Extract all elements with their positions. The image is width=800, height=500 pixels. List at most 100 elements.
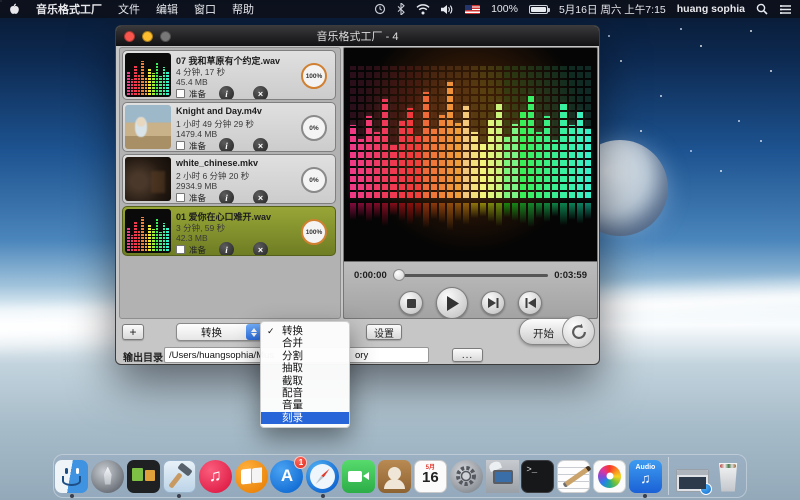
start-button-label: 开始	[533, 326, 554, 341]
dock-icon-launchpad[interactable]	[90, 456, 126, 496]
skip-back-button[interactable]	[518, 291, 542, 315]
skip-forward-button[interactable]	[481, 291, 505, 315]
file-size: 45.4 MB	[176, 77, 208, 87]
output-path-start: /Users/huangsophia/Mus	[169, 350, 274, 361]
seek-slider-knob[interactable]	[393, 269, 405, 281]
start-button[interactable]: 开始	[519, 318, 593, 345]
elapsed-time: 0:00:00	[354, 270, 387, 281]
desktop[interactable]: 音乐格式工厂 文件 编辑 窗口 帮助 100% 5月16日 周六 上午7:15 …	[0, 0, 800, 500]
info-button[interactable]: i	[219, 86, 234, 100]
dock-icon-facetime[interactable]	[341, 456, 377, 496]
menu-file[interactable]: 文件	[118, 1, 140, 17]
running-indicator-dot	[321, 494, 325, 498]
dock-icon-finder[interactable]	[54, 456, 90, 496]
stop-button[interactable]	[399, 291, 423, 315]
dock-icon-itunes[interactable]: ♫	[197, 456, 233, 496]
dock-icon-calendar[interactable]: 5月16	[412, 456, 448, 496]
dock-icon-minimized-window[interactable]	[674, 456, 710, 496]
menu-bar: 音乐格式工厂 文件 编辑 窗口 帮助 100% 5月16日 周六 上午7:15 …	[0, 0, 800, 18]
time-machine-icon[interactable]	[374, 3, 386, 15]
file-name: white_chinese.mkv	[176, 158, 296, 168]
dock-icon-system-preferences[interactable]	[448, 456, 484, 496]
menu-app-name[interactable]: 音乐格式工厂	[36, 1, 102, 17]
ready-label: 准备	[189, 244, 206, 256]
progress-badge: 100%	[301, 219, 327, 245]
window-title-bar[interactable]: 音乐格式工厂 - 4	[116, 26, 599, 46]
ready-checkbox[interactable]	[176, 141, 185, 150]
dock-icon-audio[interactable]: Audio♫	[627, 456, 663, 496]
output-directory-label: 输出目录:	[123, 349, 166, 364]
popup-menu-item-6[interactable]: 音量	[261, 399, 349, 411]
running-indicator-dot	[70, 494, 74, 498]
dock: ♫ A1 5月16 >_ Audio♫	[53, 454, 747, 498]
file-list-item[interactable]: 07 我和草原有个约定.wav 4 分钟, 17 秒 45.4 MB 准备 i …	[122, 50, 336, 100]
dock-icon-contacts[interactable]	[377, 456, 413, 496]
remove-file-button[interactable]: ×	[253, 242, 268, 256]
play-button[interactable]	[436, 287, 468, 319]
ready-checkbox[interactable]	[176, 193, 185, 202]
dock-icon-textedit[interactable]	[556, 456, 592, 496]
popup-menu-item-3[interactable]: 抽取	[261, 362, 349, 374]
file-size: 1479.4 MB	[176, 129, 217, 139]
dock-separator	[668, 457, 669, 495]
dock-icon-photos[interactable]	[592, 456, 628, 496]
popup-menu-item-0[interactable]: ✓转换	[261, 325, 349, 337]
dock-icon-ibooks[interactable]	[233, 456, 269, 496]
dock-icon-trash[interactable]	[710, 456, 746, 496]
menu-datetime[interactable]: 5月16日 周六 上午7:15	[559, 2, 666, 17]
file-list-item[interactable]: white_chinese.mkv 2 小时 6 分钟 20 秒 2934.9 …	[122, 154, 336, 204]
remove-file-button[interactable]: ×	[253, 138, 268, 152]
volume-icon[interactable]	[441, 4, 454, 15]
file-size: 42.3 MB	[176, 233, 208, 243]
settings-button[interactable]: 设置	[366, 324, 402, 340]
ready-checkbox[interactable]	[176, 245, 185, 254]
ready-label: 准备	[189, 192, 206, 204]
progress-badge: 0%	[301, 115, 327, 141]
menu-help[interactable]: 帮助	[232, 1, 254, 17]
popup-menu-item-5[interactable]: 配音	[261, 387, 349, 399]
running-indicator-dot	[643, 494, 647, 498]
browse-output-button[interactable]: ...	[452, 348, 483, 362]
bluetooth-icon[interactable]	[397, 3, 405, 15]
checkmark-icon: ✓	[267, 325, 275, 337]
battery-percent: 100%	[491, 3, 518, 15]
popup-menu-item-4[interactable]: 截取	[261, 375, 349, 387]
popup-menu-item-1[interactable]: 合并	[261, 337, 349, 349]
info-button[interactable]: i	[219, 242, 234, 256]
app-window: 音乐格式工厂 - 4 07 我和草原有个约定.wav 4 分钟, 17 秒 45…	[115, 25, 600, 365]
progress-badge: 0%	[301, 167, 327, 193]
wifi-icon[interactable]	[416, 4, 430, 15]
popup-menu-item-2[interactable]: 分割	[261, 350, 349, 362]
seek-slider[interactable]	[393, 274, 549, 277]
file-list-item[interactable]: 01 爱你在心口难开.wav 3 分钟, 59 秒 42.3 MB 准备 i ×…	[122, 206, 336, 256]
add-file-button[interactable]: +	[122, 324, 144, 340]
ready-checkbox[interactable]	[176, 89, 185, 98]
dock-icon-safari[interactable]	[305, 456, 341, 496]
popup-menu-item-7[interactable]: 刻录	[261, 412, 349, 424]
dock-icon-screens[interactable]	[126, 456, 162, 496]
running-indicator-dot	[177, 494, 181, 498]
dock-icon-xcode[interactable]	[162, 456, 198, 496]
notification-center-icon[interactable]	[779, 4, 792, 15]
progress-badge: 100%	[301, 63, 327, 89]
equalizer-visualization	[344, 48, 597, 263]
file-thumbnail	[125, 209, 171, 253]
dock-icon-terminal[interactable]: >_	[520, 456, 556, 496]
info-button[interactable]: i	[219, 190, 234, 204]
menu-window[interactable]: 窗口	[194, 1, 216, 17]
window-title: 音乐格式工厂 - 4	[116, 28, 599, 44]
file-list-item[interactable]: Knight and Day.m4v 1 小时 49 分钟 29 秒 1479.…	[122, 102, 336, 152]
spotlight-search-icon[interactable]	[756, 3, 768, 15]
remove-file-button[interactable]: ×	[253, 190, 268, 204]
convert-refresh-icon	[562, 315, 595, 348]
input-language-flag-icon[interactable]	[465, 5, 480, 14]
remove-file-button[interactable]: ×	[253, 86, 268, 100]
apple-menu-icon[interactable]	[8, 3, 20, 16]
menu-edit[interactable]: 编辑	[156, 1, 178, 17]
info-button[interactable]: i	[219, 138, 234, 152]
dock-icon-remote-desktop[interactable]	[484, 456, 520, 496]
menu-user[interactable]: huang sophia	[677, 3, 745, 15]
mode-dropdown[interactable]: 转换	[176, 323, 264, 341]
battery-icon[interactable]	[529, 5, 548, 14]
dock-icon-app-store[interactable]: A1	[269, 456, 305, 496]
